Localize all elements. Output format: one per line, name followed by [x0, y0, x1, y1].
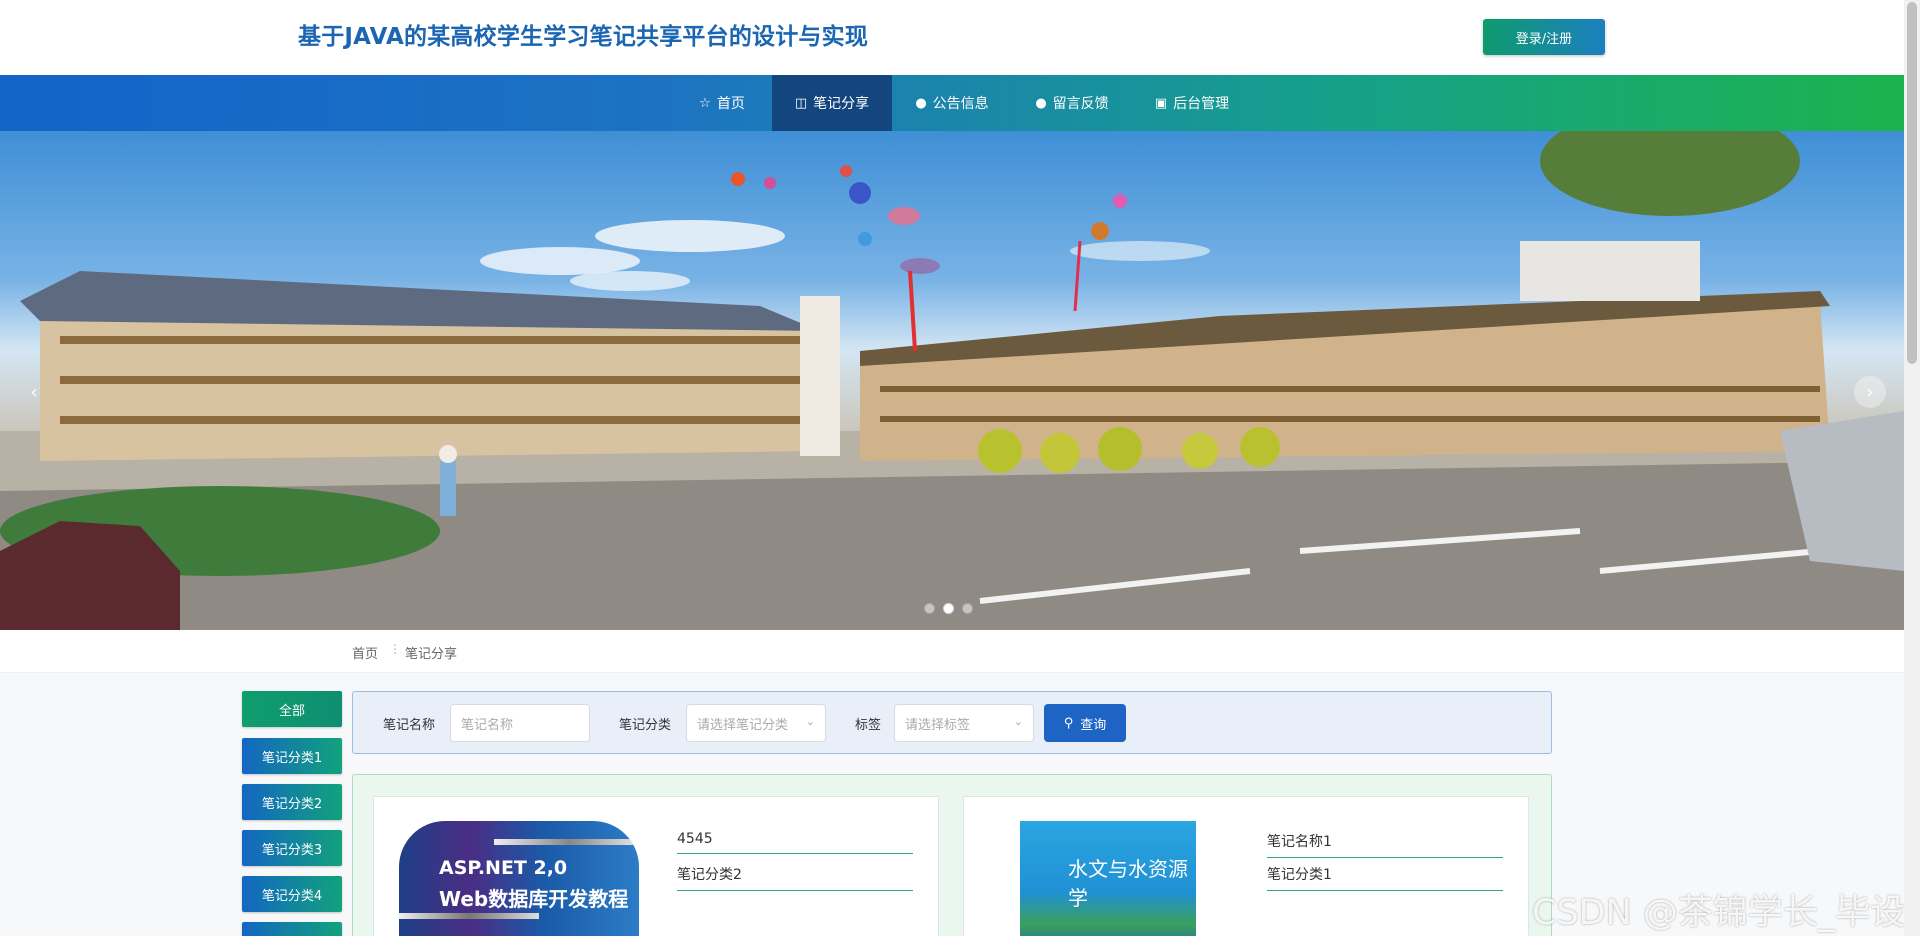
nav-item-label: 笔记分享 — [813, 96, 870, 112]
tag-select[interactable]: 请选择标签 ⌄ — [894, 704, 1034, 742]
category-button-3[interactable]: 笔记分类3 — [242, 830, 342, 866]
nav-item-label: 留言反馈 — [1052, 96, 1109, 112]
carousel-next-arrow[interactable]: › — [1854, 376, 1886, 408]
note-cover-image: 水文与水资源学 — [1020, 821, 1196, 936]
chevron-down-icon: ⌄ — [1013, 715, 1023, 728]
star-icon: ☆ — [699, 95, 711, 111]
top-header: 基于JAVA的某高校学生学习笔记共享平台的设计与实现 登录/注册 — [0, 0, 1904, 75]
note-card[interactable]: ASP.NET 2,0 Web数据库开发教程 4545 笔记分类2 — [373, 796, 939, 936]
note-category: 笔记分类1 — [1267, 864, 1503, 891]
nav-item-feedback[interactable]: ● 留言反馈 — [1012, 75, 1132, 131]
note-card[interactable]: 水文与水资源学 笔记名称1 笔记分类1 — [963, 796, 1529, 936]
page-scrollbar-thumb[interactable] — [1907, 2, 1917, 364]
cover-title: 水文与水资源学 — [1068, 857, 1188, 910]
query-button[interactable]: ⚲ 查询 — [1044, 704, 1126, 742]
nav-item-home[interactable]: ☆ 首页 — [672, 75, 772, 131]
cover-decoration — [399, 913, 539, 919]
note-cover-image: ASP.NET 2,0 Web数据库开发教程 — [399, 821, 639, 936]
carousel-dot-2[interactable] — [943, 603, 954, 614]
category-button-4[interactable]: 笔记分类4 — [242, 876, 342, 912]
notes-list: ASP.NET 2,0 Web数据库开发教程 4545 笔记分类2 水文与水资源… — [352, 774, 1552, 936]
cover-title-line2: Web数据库开发教程 — [439, 887, 629, 911]
cover-decoration — [494, 839, 639, 845]
note-name: 笔记名称1 — [1267, 831, 1503, 858]
carousel-indicators — [924, 603, 973, 614]
breadcrumb-current: 笔记分享 — [405, 647, 458, 662]
carousel-dot-1[interactable] — [924, 603, 935, 614]
briefcase-icon: ▣ — [1154, 95, 1168, 111]
nav-item-admin[interactable]: ▣ 后台管理 — [1132, 75, 1252, 131]
search-icon: ⚲ — [1063, 715, 1074, 731]
watermark: CSDN @茶锦学长_毕设 — [1532, 893, 1906, 933]
note-name: 4545 — [677, 831, 913, 854]
main-nav: ☆ 首页 ◫ 笔记分享 ● 公告信息 ● 留言反馈 ▣ 后台管理 — [0, 75, 1904, 131]
note-category-select[interactable]: 请选择笔记分类 ⌄ — [686, 704, 826, 742]
note-category-placeholder: 请选择笔记分类 — [697, 717, 789, 733]
breadcrumb-home[interactable]: 首页 — [352, 643, 378, 662]
breadcrumb-separator-icon: ⋮ — [389, 642, 401, 656]
site-title: 基于JAVA的某高校学生学习笔记共享平台的设计与实现 — [298, 24, 869, 50]
category-button-1[interactable]: 笔记分类1 — [242, 738, 342, 774]
carousel-dot-3[interactable] — [962, 603, 973, 614]
tag-label: 标签 — [855, 718, 882, 733]
carousel-prev-arrow[interactable]: ‹ — [18, 376, 50, 408]
note-name-input[interactable]: 笔记名称 — [450, 704, 590, 742]
info-icon: ● — [915, 95, 927, 111]
school-campus-image — [0, 131, 1904, 630]
page: 基于JAVA的某高校学生学习笔记共享平台的设计与实现 登录/注册 ☆ 首页 ◫ … — [0, 0, 1920, 936]
query-button-label: 查询 — [1080, 717, 1107, 733]
category-button-5[interactable] — [242, 922, 342, 936]
search-bar: 笔记名称 笔记名称 笔记分类 请选择笔记分类 ⌄ 标签 请选择标签 ⌄ ⚲ 查询 — [352, 691, 1552, 754]
note-category-label: 笔记分类 — [619, 718, 672, 733]
nav-item-label: 公告信息 — [932, 96, 989, 112]
question-icon: ● — [1035, 95, 1047, 111]
chevron-down-icon: ⌄ — [805, 715, 815, 728]
banner-carousel[interactable]: ‹ › — [0, 131, 1904, 630]
nav-item-notes[interactable]: ◫ 笔记分享 — [772, 75, 892, 131]
nav-item-label: 首页 — [716, 96, 745, 112]
bag-icon: ◫ — [794, 95, 808, 111]
cover-title-line1: ASP.NET 2,0 — [439, 857, 568, 879]
nav-item-announcements[interactable]: ● 公告信息 — [892, 75, 1012, 131]
login-register-button[interactable]: 登录/注册 — [1483, 19, 1605, 55]
note-name-label: 笔记名称 — [383, 718, 436, 733]
tag-placeholder: 请选择标签 — [905, 717, 971, 733]
breadcrumb: 首页 ⋮ 笔记分享 — [0, 630, 1904, 673]
nav-item-label: 后台管理 — [1173, 96, 1230, 112]
category-all-button[interactable]: 全部 — [242, 691, 342, 727]
category-button-2[interactable]: 笔记分类2 — [242, 784, 342, 820]
note-category: 笔记分类2 — [677, 864, 913, 891]
